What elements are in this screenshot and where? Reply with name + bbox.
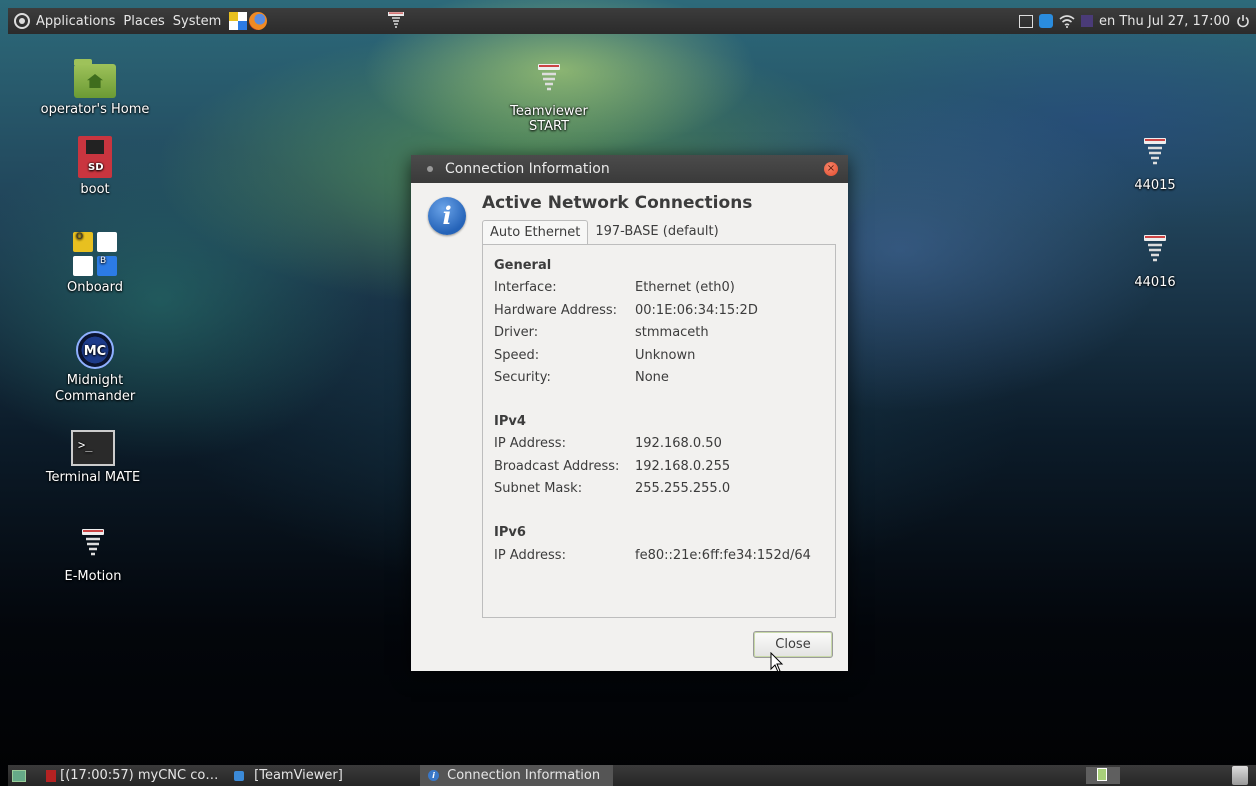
clock[interactable]: en Thu Jul 27, 17:00	[1099, 14, 1230, 29]
desktop-icon-label: E-Motion	[64, 569, 122, 584]
desktop-icon-boot[interactable]: SD boot	[35, 136, 155, 197]
onboard-launcher-icon[interactable]	[229, 12, 248, 30]
teamviewer-icon	[1144, 138, 1166, 165]
midnight-commander-icon: MC	[76, 331, 114, 369]
cpu-monitor-icon[interactable]	[1018, 14, 1033, 28]
menu-applications[interactable]: Applications	[32, 14, 119, 29]
desktop-icon-label: Midnight Commander	[55, 373, 136, 404]
mouse-cursor-icon	[770, 652, 784, 673]
detail-row: Security: None	[494, 370, 669, 385]
trash-icon[interactable]	[1232, 766, 1248, 785]
detail-row: IP Address: fe80::21e:6ff:fe34:152d/64	[494, 548, 811, 563]
close-icon[interactable]: ×	[824, 162, 838, 176]
home-folder-icon	[74, 59, 116, 98]
task-label: [(17:00:57) myCNC co…	[60, 768, 219, 783]
desktop-icon-terminal[interactable]: >_ Terminal MATE	[33, 430, 153, 485]
workspace-switcher[interactable]	[1086, 767, 1120, 784]
desktop-icon-label: Terminal MATE	[45, 470, 141, 485]
top-panel: Applications Places System en Thu Jul 27…	[8, 8, 1256, 34]
detail-row: Driver: stmmaceth	[494, 325, 709, 340]
teamviewer-task-icon	[234, 770, 244, 781]
section-ipv4-title: IPv4	[494, 414, 526, 429]
connection-details-panel: General Interface: Ethernet (eth0) Hardwa…	[482, 244, 836, 618]
bottom-panel: [(17:00:57) myCNC co… [TeamViewer] i Con…	[8, 765, 1256, 786]
desktop-icon-home[interactable]: operator's Home	[35, 59, 155, 117]
desktop-icon-label: Teamviewer START	[510, 104, 588, 134]
tab-197-base[interactable]: 197-BASE (default)	[588, 220, 725, 244]
detail-row: Speed: Unknown	[494, 348, 696, 363]
show-desktop-icon[interactable]	[12, 770, 26, 782]
detail-row: IP Address: 192.168.0.50	[494, 436, 722, 451]
detail-row: Hardware Address: 00:1E:06:34:15:2D	[494, 303, 758, 318]
desktop-icon-44016[interactable]: 44016	[1095, 231, 1215, 290]
window-menu-icon[interactable]	[427, 166, 433, 172]
task-teamviewer[interactable]: [TeamViewer]	[234, 765, 414, 786]
section-ipv6-title: IPv6	[494, 525, 526, 540]
dialog-titlebar[interactable]: Connection Information ×	[411, 155, 848, 183]
teamviewer-launcher-icon[interactable]	[386, 10, 406, 30]
connection-tabs: Auto Ethernet 197-BASE (default)	[482, 220, 726, 244]
teamviewer-icon	[1144, 235, 1166, 262]
keyboard-layout-icon[interactable]	[1080, 15, 1093, 27]
mate-logo-icon[interactable]	[14, 13, 30, 29]
detail-row: Broadcast Address: 192.168.0.255	[494, 459, 731, 474]
menu-places[interactable]: Places	[119, 14, 168, 29]
menu-system[interactable]: System	[169, 14, 225, 29]
desktop-icon-midnight-commander[interactable]: MC Midnight Commander	[37, 331, 153, 405]
connection-information-dialog: Connection Information × i Active Networ…	[411, 155, 848, 671]
sd-label: SD	[88, 162, 104, 173]
task-label: Connection Information	[447, 768, 601, 783]
dialog-title: Connection Information	[445, 161, 610, 177]
task-label: [TeamViewer]	[254, 768, 343, 783]
mycnc-icon	[46, 769, 56, 782]
desktop-icon-44015[interactable]: 44015	[1095, 134, 1215, 193]
sd-card-icon: SD	[78, 136, 112, 178]
terminal-icon: >_	[71, 430, 115, 466]
onboard-keyboard-icon: O B	[73, 232, 117, 276]
dialog-heading: Active Network Connections	[482, 193, 753, 213]
close-button[interactable]: Close	[753, 631, 833, 658]
info-icon: i	[428, 197, 466, 235]
detail-row: Subnet Mask: 255.255.255.0	[494, 481, 731, 496]
desktop-icon-label: 44016	[1134, 275, 1176, 290]
section-general-title: General	[494, 258, 552, 273]
power-icon[interactable]	[1236, 14, 1250, 28]
desktop-icon-onboard[interactable]: O B Onboard	[35, 232, 155, 295]
desktop-icon-label: 44015	[1134, 178, 1176, 193]
tab-auto-ethernet[interactable]: Auto Ethernet	[482, 220, 589, 244]
teamviewer-tray-icon[interactable]	[1038, 14, 1053, 28]
task-connection-information[interactable]: i Connection Information	[420, 765, 613, 786]
emotion-icon	[82, 529, 104, 556]
wifi-icon[interactable]	[1059, 14, 1075, 28]
detail-row: Interface: Ethernet (eth0)	[494, 280, 735, 295]
task-mycnc[interactable]: [(17:00:57) myCNC co…	[44, 765, 226, 786]
desktop-icon-label: Onboard	[66, 280, 123, 295]
firefox-launcher-icon[interactable]	[249, 12, 268, 30]
desktop-icon-label: boot	[80, 182, 110, 197]
desktop-icon-label: operator's Home	[40, 102, 150, 117]
info-task-icon: i	[428, 770, 439, 781]
desktop-icon-emotion[interactable]: E-Motion	[33, 525, 153, 584]
system-tray: en Thu Jul 27, 17:00	[1018, 8, 1250, 34]
teamviewer-icon	[538, 64, 560, 91]
desktop-icon-teamviewer[interactable]: Teamviewer START	[489, 60, 609, 134]
